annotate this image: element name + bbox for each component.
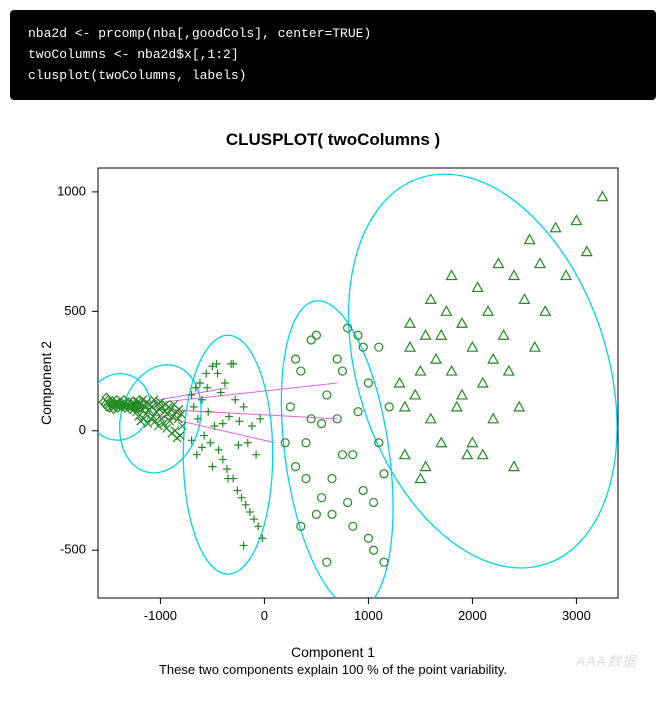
svg-text:0: 0 (261, 608, 268, 623)
chart-title: CLUSPLOT( twoColumns ) (10, 130, 656, 150)
clusplot-scatter: -1000 0 1000 2000 3000 -500 0 500 1000 Component … (33, 158, 633, 638)
svg-text:3000: 3000 (562, 608, 591, 623)
chart-container: -1000 0 1000 2000 3000 -500 0 500 1000 Component … (23, 158, 643, 677)
code-line-1: nba2d <- prcomp(nba[,goodCols], center=T… (28, 26, 371, 41)
svg-text:1000: 1000 (354, 608, 383, 623)
code-line-2: twoColumns <- nba2d$x[,1:2] (28, 47, 239, 62)
code-line-3: clusplot(twoColumns, labels) (28, 68, 246, 83)
code-block: nba2d <- prcomp(nba[,goodCols], center=T… (10, 10, 656, 100)
watermark: AAA数据 (576, 651, 637, 671)
svg-text:2000: 2000 (458, 608, 487, 623)
svg-text:Component 2: Component 2 (38, 341, 54, 425)
chart-caption: These two components explain 100 % of th… (23, 662, 643, 677)
x-axis-label: Component 1 (23, 644, 643, 660)
svg-text:-1000: -1000 (144, 608, 177, 623)
svg-text:0: 0 (79, 423, 86, 438)
svg-text:1000: 1000 (57, 184, 86, 199)
svg-text:500: 500 (64, 303, 86, 318)
svg-text:-500: -500 (60, 542, 86, 557)
